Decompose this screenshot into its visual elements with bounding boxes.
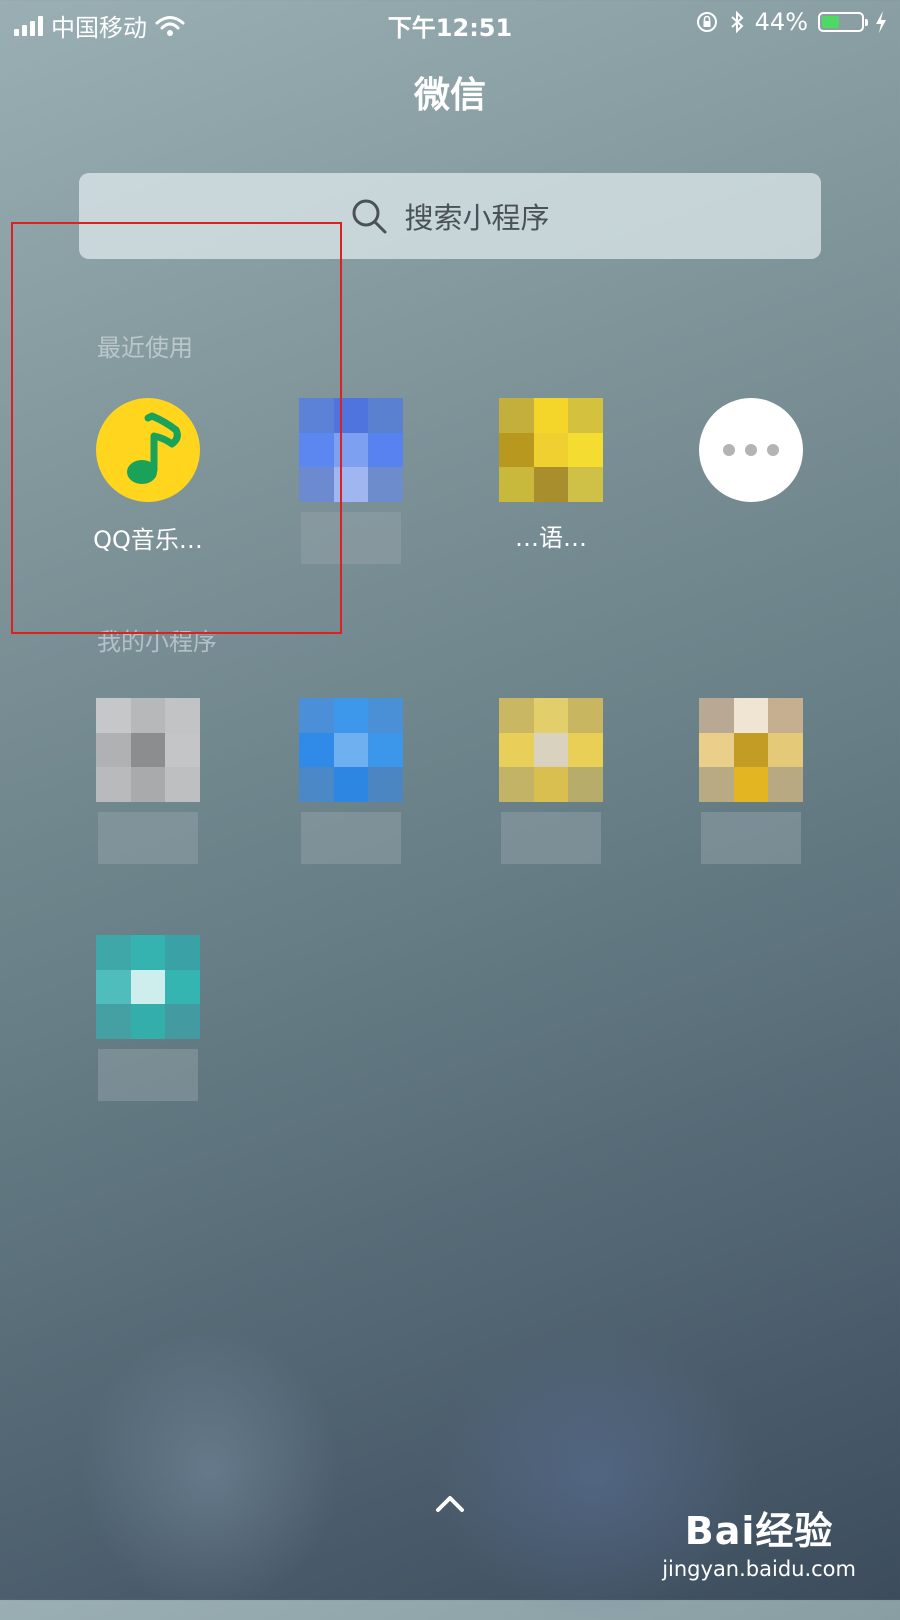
rotation-lock-icon: [696, 12, 717, 32]
watermark-url: jingyan.baidu.com: [662, 1557, 856, 1581]
my-app-blurred[interactable]: [461, 698, 641, 864]
status-bar-right: 44%: [695, 8, 888, 36]
search-icon: [352, 199, 387, 234]
blurred-app-icon: [299, 698, 403, 802]
more-icon: [699, 398, 803, 502]
watermark-logo: Bai经验: [684, 1509, 834, 1553]
blurred-label: [98, 1049, 198, 1101]
blurred-app-icon: [499, 698, 603, 802]
recent-more-button[interactable]: [661, 398, 841, 502]
blurred-label: [301, 812, 401, 864]
blurred-app-icon: [699, 698, 803, 802]
blurred-label: [701, 812, 801, 864]
search-placeholder: 搜索小程序: [404, 201, 550, 235]
my-app-blurred[interactable]: [58, 935, 238, 1101]
battery-level: [822, 16, 839, 28]
chevron-up-icon[interactable]: [435, 1488, 465, 1518]
blurred-label: [501, 812, 601, 864]
blurred-app-icon: [499, 398, 603, 502]
battery-percent: 44%: [754, 8, 808, 36]
my-app-blurred[interactable]: [261, 698, 441, 864]
blurred-app-icon: [96, 935, 200, 1039]
battery-icon: [818, 12, 868, 32]
highlight-box: [11, 222, 342, 634]
page-title: 微信: [413, 75, 486, 116]
charging-icon: [876, 11, 886, 33]
my-app-blurred[interactable]: [661, 698, 841, 864]
app-name: …语…: [515, 524, 587, 552]
baidu-watermark: Bai经验 jingyan.baidu.com: [662, 1500, 856, 1581]
status-bar: 中国移动 下午12:51 44%: [0, 0, 900, 44]
my-app-blurred[interactable]: [58, 698, 238, 864]
blurred-app-icon: [96, 698, 200, 802]
recent-app-blurred[interactable]: …语…: [461, 398, 641, 553]
blurred-label: [98, 812, 198, 864]
background-glow: [80, 1330, 340, 1610]
bluetooth-icon: [730, 10, 744, 34]
